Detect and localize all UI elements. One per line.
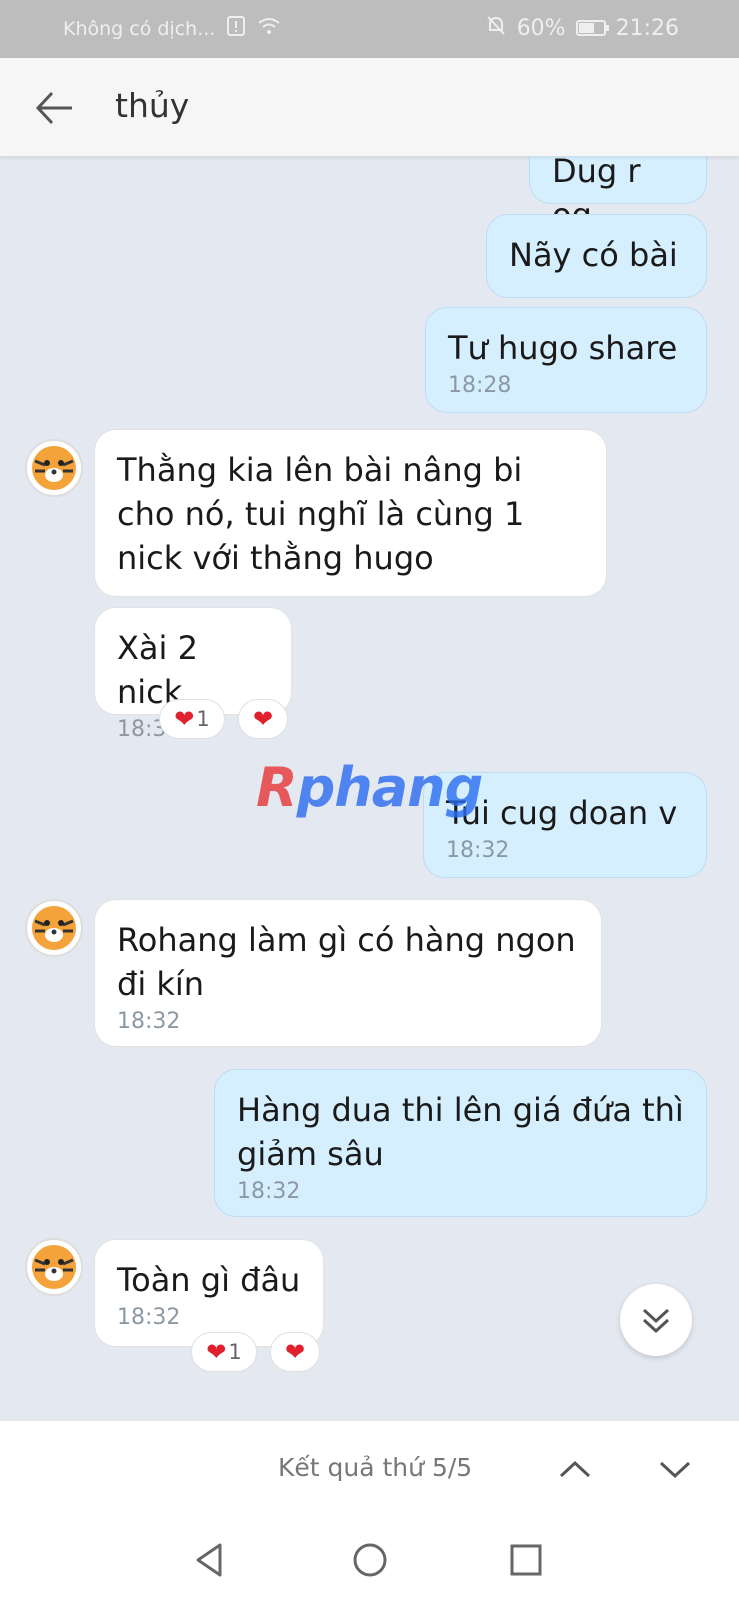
contact-avatar[interactable] xyxy=(25,439,83,497)
clock-time: 21:26 xyxy=(615,15,679,41)
chevron-up-icon xyxy=(559,1460,591,1478)
message-bubble-incoming[interactable]: Thằng kia lên bài nâng bi cho nó, tui ng… xyxy=(94,429,607,597)
reaction-count: 1 xyxy=(228,1340,242,1364)
back-arrow-icon[interactable] xyxy=(30,84,78,132)
reaction-heart-button[interactable]: ❤ xyxy=(270,1332,320,1372)
search-result-bar: Kết quả thứ 5/5 xyxy=(0,1420,739,1521)
message-time: 18:32 xyxy=(446,838,510,863)
nav-home-icon[interactable] xyxy=(350,1540,390,1580)
message-bubble-incoming[interactable]: Rohang làm gì có hàng ngon đi kín 18:32 xyxy=(94,899,602,1047)
search-result-counter: Kết quả thứ 5/5 xyxy=(278,1453,473,1482)
message-bubble-incoming[interactable]: Toàn gì đâu 18:32 xyxy=(94,1239,324,1347)
heart-icon: ❤ xyxy=(284,1338,306,1366)
message-time: 18:32 xyxy=(117,1009,181,1034)
alert-icon xyxy=(227,16,246,41)
heart-icon: ❤ xyxy=(174,705,195,733)
next-result-button[interactable] xyxy=(655,1449,695,1489)
reaction-heart-count[interactable]: ❤ 1 xyxy=(159,699,225,739)
message-bubble-outgoing[interactable]: Nãy có bài xyxy=(486,214,707,298)
previous-result-button[interactable] xyxy=(555,1449,595,1489)
contact-avatar[interactable] xyxy=(25,899,83,957)
contact-avatar[interactable] xyxy=(25,1238,83,1296)
heart-icon: ❤ xyxy=(206,1338,227,1366)
message-bubble-outgoing[interactable]: Hàng dua thi lên giá đứa thì giảm sâu 18… xyxy=(214,1069,707,1217)
status-bar: Không có dịch... 60% 21:26 xyxy=(0,0,739,58)
message-text: Nãy có bài xyxy=(509,236,678,274)
carrier-text: Không có dịch... xyxy=(63,17,216,40)
reaction-heart-button[interactable]: ❤ xyxy=(238,699,288,739)
wifi-icon xyxy=(257,16,281,41)
message-text: Thằng kia lên bài nâng bi cho nó, tui ng… xyxy=(117,451,525,577)
message-time: 18:32 xyxy=(237,1179,301,1204)
battery-icon xyxy=(575,20,609,36)
double-chevron-down-icon xyxy=(642,1308,670,1334)
nav-recents-icon[interactable] xyxy=(506,1540,546,1580)
message-bubble-outgoing[interactable]: Dug r og xyxy=(529,156,707,234)
system-navigation-bar xyxy=(0,1520,739,1600)
chat-message-list[interactable]: Dug r og Nãy có bài Tư hugo share 18:28 … xyxy=(0,156,739,1420)
message-time: 18:28 xyxy=(448,373,512,398)
message-text: Hàng dua thi lên giá đứa thì giảm sâu xyxy=(237,1091,684,1173)
scroll-to-bottom-button[interactable] xyxy=(620,1284,692,1356)
message-text: Rohang làm gì có hàng ngon đi kín xyxy=(117,921,576,1003)
message-time: 18:32 xyxy=(117,1305,181,1330)
nav-back-icon[interactable] xyxy=(190,1540,230,1580)
message-text: Toàn gì đâu xyxy=(117,1261,301,1299)
chat-header: thủy xyxy=(0,58,739,156)
message-text: Tư hugo share xyxy=(448,329,678,367)
bell-off-icon xyxy=(485,14,507,42)
reaction-heart-count[interactable]: ❤ 1 xyxy=(191,1332,257,1372)
heart-icon: ❤ xyxy=(252,705,274,733)
battery-percent: 60% xyxy=(516,15,566,41)
message-bubble-outgoing[interactable]: Tư hugo share 18:28 xyxy=(425,307,707,413)
watermark-logo: Rphang xyxy=(256,756,483,819)
chevron-down-icon xyxy=(659,1461,691,1479)
contact-name: thủy xyxy=(115,86,190,125)
reaction-count: 1 xyxy=(196,707,210,731)
